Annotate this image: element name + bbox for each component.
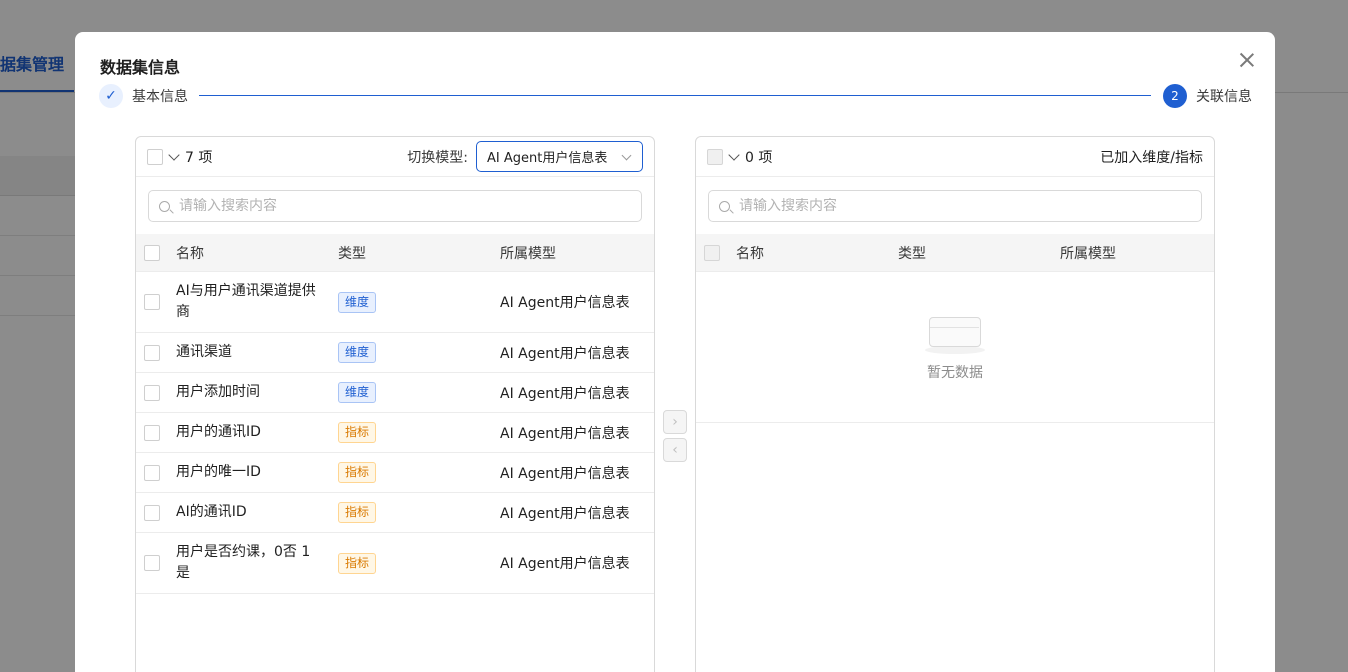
column-model: 所属模型 — [500, 245, 556, 262]
row-model: AI Agent用户信息表 — [500, 385, 630, 402]
row-model: AI Agent用户信息表 — [500, 425, 630, 442]
target-search — [708, 190, 1202, 222]
header-checkbox[interactable] — [704, 244, 720, 261]
column-model: 所属模型 — [1060, 245, 1116, 262]
step-basic-info: ✓ 基本信息 — [99, 84, 188, 108]
row-checkbox[interactable] — [144, 504, 160, 521]
column-type: 类型 — [898, 245, 926, 262]
check-icon: ✓ — [99, 84, 123, 108]
model-select-value: AI Agent用户信息表 — [487, 151, 608, 166]
row-model: AI Agent用户信息表 — [500, 295, 630, 311]
step-label: 关联信息 — [1196, 89, 1252, 105]
target-table-header: 名称 类型 所属模型 — [696, 234, 1214, 272]
dataset-modal: 数据集信息 ✓ 基本信息 2 关联信息 7 项 切换模型: AI Agent用户… — [75, 32, 1275, 672]
item-count: 0 项 — [745, 149, 773, 166]
target-list-header: 0 项 已加入维度/指标 — [696, 137, 1214, 177]
column-name: 名称 — [176, 245, 204, 262]
model-select[interactable]: AI Agent用户信息表 — [476, 141, 643, 172]
table-row[interactable]: 通讯渠道 维度 AI Agent用户信息表 — [136, 333, 654, 373]
table-row[interactable]: 用户的通讯ID 指标 AI Agent用户信息表 — [136, 413, 654, 453]
table-row[interactable]: AI的通讯ID 指标 AI Agent用户信息表 — [136, 493, 654, 533]
row-checkbox[interactable] — [144, 555, 160, 571]
column-type: 类型 — [338, 245, 366, 262]
move-left-button[interactable]: ‹ — [663, 438, 687, 462]
chevron-down-icon — [621, 150, 632, 161]
select-all-checkbox[interactable] — [147, 148, 163, 165]
table-row[interactable]: 用户是否约课，0否 1是 指标 AI Agent用户信息表 — [136, 533, 654, 594]
row-model: AI Agent用户信息表 — [500, 556, 630, 572]
row-name: 用户添加时间 — [176, 384, 260, 400]
empty-state: 暂无数据 — [696, 272, 1214, 423]
step-label: 基本信息 — [132, 89, 188, 105]
move-right-button[interactable]: › — [663, 410, 687, 434]
source-search — [148, 190, 642, 222]
target-search-input[interactable] — [739, 198, 1179, 214]
modal-title: 数据集信息 — [100, 58, 181, 77]
select-all-checkbox[interactable] — [707, 148, 723, 165]
chevron-down-icon[interactable] — [168, 149, 180, 161]
type-tag: 维度 — [338, 342, 377, 363]
target-list-title: 已加入维度/指标 — [1100, 149, 1203, 166]
table-row[interactable]: 用户添加时间 维度 AI Agent用户信息表 — [136, 373, 654, 413]
row-name: 用户的通讯ID — [176, 424, 261, 440]
empty-inbox-icon — [923, 313, 987, 354]
type-tag: 指标 — [338, 552, 377, 574]
source-search-input[interactable] — [179, 198, 619, 214]
row-model: AI Agent用户信息表 — [500, 345, 630, 362]
empty-text: 暂无数据 — [927, 364, 983, 381]
type-tag: 指标 — [338, 502, 377, 523]
column-name: 名称 — [736, 245, 764, 262]
row-name: 通讯渠道 — [176, 344, 232, 360]
row-name: AI与用户通讯渠道提供商 — [176, 283, 316, 320]
type-tag: 指标 — [338, 462, 377, 483]
table-row[interactable]: AI与用户通讯渠道提供商 维度 AI Agent用户信息表 — [136, 272, 654, 333]
table-row[interactable]: 用户的唯一ID 指标 AI Agent用户信息表 — [136, 453, 654, 493]
row-checkbox[interactable] — [144, 294, 160, 310]
step-related-info: 2 关联信息 — [1163, 84, 1252, 108]
row-name: 用户是否约课，0否 1是 — [176, 544, 311, 581]
row-name: AI的通讯ID — [176, 504, 247, 520]
item-count: 7 项 — [185, 149, 213, 166]
source-list-panel: 7 项 切换模型: AI Agent用户信息表 名称 类型 所属模型 AI与用户… — [135, 136, 655, 672]
switch-model-label: 切换模型: — [407, 149, 468, 166]
search-icon — [159, 200, 170, 212]
close-icon[interactable] — [1237, 50, 1257, 70]
search-icon — [719, 200, 730, 212]
row-name: 用户的唯一ID — [176, 464, 261, 480]
row-checkbox[interactable] — [144, 424, 160, 441]
row-checkbox[interactable] — [144, 464, 160, 481]
type-tag: 指标 — [338, 422, 377, 443]
chevron-down-icon[interactable] — [728, 149, 740, 161]
row-checkbox[interactable] — [144, 344, 160, 361]
source-list-header: 7 项 切换模型: AI Agent用户信息表 — [136, 137, 654, 177]
type-tag: 维度 — [338, 382, 377, 403]
row-model: AI Agent用户信息表 — [500, 465, 630, 482]
header-checkbox[interactable] — [144, 244, 160, 261]
source-table-header: 名称 类型 所属模型 — [136, 234, 654, 272]
type-tag: 维度 — [338, 291, 377, 313]
row-model: AI Agent用户信息表 — [500, 505, 630, 522]
row-checkbox[interactable] — [144, 384, 160, 401]
target-list-panel: 0 项 已加入维度/指标 名称 类型 所属模型 暂无数据 — [695, 136, 1215, 672]
step-connector — [199, 95, 1151, 96]
step-number: 2 — [1163, 84, 1187, 108]
